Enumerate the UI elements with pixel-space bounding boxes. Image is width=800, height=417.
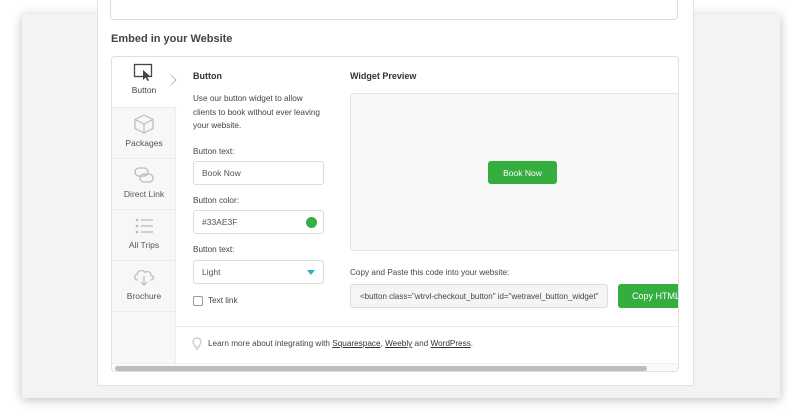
text-link-label: Text link	[208, 296, 238, 305]
button-text-value: Book Now	[202, 168, 241, 178]
button-text-label: Button text:	[193, 147, 235, 156]
divider	[176, 326, 678, 327]
button-text-style-select[interactable]: Light	[193, 260, 324, 284]
sidebar-item-all-trips[interactable]: All Trips	[112, 210, 176, 261]
weebly-link[interactable]: Weebly	[385, 339, 412, 348]
text-link-checkbox[interactable]	[193, 296, 203, 306]
link-icon	[134, 167, 154, 183]
button-color-input[interactable]: #33AE3F	[193, 210, 324, 234]
lightbulb-icon	[192, 337, 202, 350]
help-and: and	[412, 339, 431, 348]
button-text-input[interactable]: Book Now	[193, 161, 324, 185]
form-description: Use our button widget to allow clients t…	[193, 94, 320, 130]
color-swatch[interactable]	[306, 217, 317, 228]
book-now-button[interactable]: Book Now	[488, 161, 557, 184]
help-prefix: Learn more about integrating with	[208, 339, 333, 348]
sidebar-item-label: Packages	[125, 138, 163, 148]
sidebar-item-label: All Trips	[128, 240, 160, 250]
box-icon	[134, 114, 154, 134]
dropdown-caret-icon	[307, 270, 315, 275]
list-icon	[135, 218, 153, 234]
button-text-style-value: Light	[202, 267, 221, 277]
embed-panel: Button Packages Direct Link All Trips Br…	[111, 56, 679, 372]
top-field[interactable]	[110, 0, 678, 20]
preview-heading: Widget Preview	[350, 71, 417, 81]
button-color-label: Button color:	[193, 196, 239, 205]
integration-help-text: Learn more about integrating with Square…	[208, 339, 473, 348]
embed-code-field[interactable]: <button class="wtrvl-checkout_button" id…	[350, 284, 608, 308]
copy-code-label: Copy and Paste this code into your websi…	[350, 268, 510, 277]
help-suffix: .	[470, 339, 474, 348]
section-title: Embed in your Website	[111, 33, 233, 45]
copy-html-button[interactable]: Copy HTML	[618, 284, 678, 308]
widget-preview: Book Now	[350, 93, 678, 251]
scrollbar-thumb[interactable]	[115, 366, 647, 371]
horizontal-scrollbar[interactable]	[112, 363, 678, 371]
form-heading: Button	[193, 71, 222, 81]
sidebar-item-label: Button	[131, 85, 157, 95]
wordpress-link[interactable]: WordPress	[430, 339, 470, 348]
embed-code-value: <button class="wtrvl-checkout_button" id…	[360, 291, 599, 301]
sidebar-item-label: Brochure	[126, 291, 162, 301]
button-color-value: #33AE3F	[202, 217, 238, 227]
sidebar-item-brochure[interactable]: Brochure	[112, 261, 176, 312]
squarespace-link[interactable]: Squarespace	[332, 339, 380, 348]
embed-sidebar: Button Packages Direct Link All Trips Br…	[112, 57, 177, 363]
cloud-download-icon	[134, 269, 154, 286]
cursor-click-icon	[133, 63, 153, 81]
button-text-style-label: Button text:	[193, 245, 235, 254]
sidebar-item-packages[interactable]: Packages	[112, 108, 176, 159]
sidebar-item-direct-link[interactable]: Direct Link	[112, 159, 176, 210]
sidebar-item-label: Direct Link	[123, 189, 165, 199]
